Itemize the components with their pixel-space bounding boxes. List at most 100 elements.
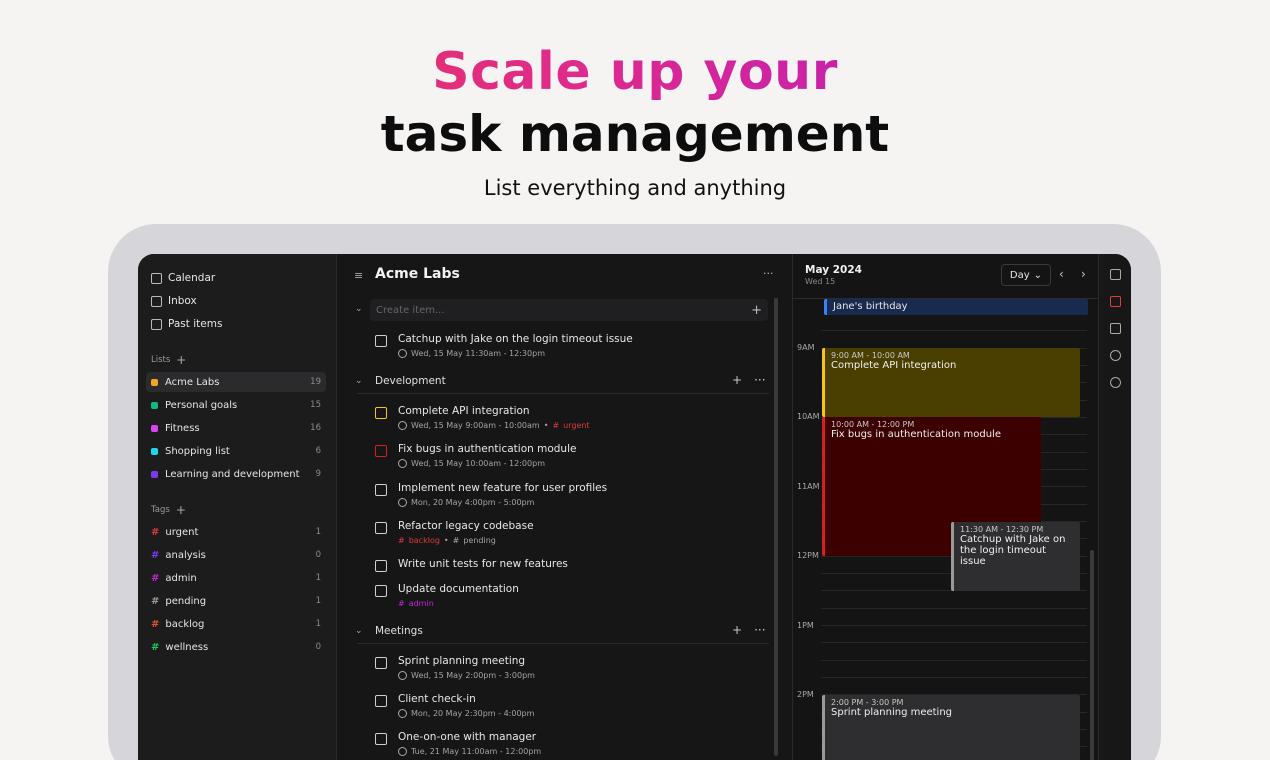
add-item-icon[interactable]: + <box>751 303 762 318</box>
more-options-icon[interactable]: ··· <box>754 373 765 387</box>
sidebar-item-learning[interactable]: Learning and development 9 <box>146 464 326 484</box>
search-icon[interactable] <box>1110 350 1121 361</box>
list-label: Acme Labs <box>165 376 220 388</box>
grid-line <box>821 590 1087 591</box>
grid-line <box>821 660 1087 661</box>
task-meta: Wed, 15 May 11:30am - 12:30pm <box>398 349 545 358</box>
right-toolbar <box>1098 254 1131 760</box>
task-title: Write unit tests for new features <box>398 558 568 570</box>
sidebar-tag-pending[interactable]: # pending 1 <box>146 591 326 611</box>
nav-past-items[interactable]: Past items <box>151 315 222 333</box>
task-checkbox[interactable] <box>375 733 387 745</box>
task-title: Implement new feature for user profiles <box>398 482 608 494</box>
tag-label: pending <box>165 595 207 607</box>
task-checkbox[interactable] <box>375 657 387 669</box>
chevron-down-icon[interactable]: ⌄ <box>355 304 363 314</box>
add-tag-icon[interactable]: + <box>176 503 186 517</box>
task-checkbox[interactable] <box>375 484 387 496</box>
sidebar-item-fitness[interactable]: Fitness 16 <box>146 418 326 438</box>
clock-icon <box>398 349 407 358</box>
task-checkbox[interactable] <box>375 407 387 419</box>
task-checkbox[interactable] <box>375 560 387 572</box>
task-title: Sprint planning meeting <box>398 655 526 667</box>
more-options-icon[interactable]: ··· <box>763 267 774 280</box>
sidebar-item-personal-goals[interactable]: Personal goals 15 <box>146 395 326 415</box>
view-select-value: Day <box>1009 269 1030 281</box>
task-checkbox[interactable] <box>375 522 387 534</box>
group-development[interactable]: Development <box>375 375 446 387</box>
grid-line <box>821 625 1087 626</box>
task-list-scrollbar[interactable] <box>774 298 778 756</box>
grid-line <box>821 521 1087 522</box>
group-meetings[interactable]: Meetings <box>375 625 423 637</box>
sidebar-item-shopping-list[interactable]: Shopping list 6 <box>146 441 326 461</box>
add-list-icon[interactable]: + <box>176 353 186 367</box>
task-checkbox[interactable] <box>375 335 387 347</box>
task-date: Wed, 15 May 11:30am - 12:30pm <box>411 349 545 358</box>
task-meta: Wed, 15 May 9:00am - 10:00am • # urgent <box>398 421 590 430</box>
grid-line <box>821 486 1087 487</box>
chevron-right-icon[interactable]: › <box>1081 267 1086 281</box>
sidebar-tag-backlog[interactable]: # backlog 1 <box>146 614 326 634</box>
hash-icon: # <box>151 618 160 630</box>
grid-line <box>821 452 1087 453</box>
more-options-icon[interactable]: ··· <box>754 623 765 637</box>
hash-icon: # <box>151 549 160 561</box>
sidebar-tag-urgent[interactable]: # urgent 1 <box>146 522 326 542</box>
card-icon[interactable] <box>1110 323 1121 334</box>
task-checkbox[interactable] <box>375 445 387 457</box>
collapse-sidebar-icon[interactable]: ≡ <box>354 269 363 282</box>
document-icon[interactable] <box>1110 269 1121 280</box>
hash-icon: # <box>398 536 405 545</box>
grid-line <box>821 573 1087 574</box>
task-checkbox[interactable] <box>375 585 387 597</box>
task-meta: Tue, 21 May 11:00am - 12:00pm <box>398 747 541 756</box>
task-title: Update documentation <box>398 583 519 595</box>
grid-line <box>821 729 1087 730</box>
gear-icon[interactable] <box>1110 377 1121 388</box>
hour-label: 1PM <box>797 621 814 630</box>
lists-heading-label: Lists <box>151 355 171 365</box>
chevron-down-icon[interactable]: ⌄ <box>355 376 363 386</box>
task-tag[interactable]: admin <box>409 599 434 608</box>
tag-count: 1 <box>315 527 321 537</box>
calendar-icon[interactable] <box>1110 296 1121 307</box>
chevron-down-icon[interactable]: ⌄ <box>355 626 363 636</box>
nav-inbox[interactable]: Inbox <box>151 292 197 310</box>
list-label: Learning and development <box>165 468 300 480</box>
list-count: 16 <box>310 423 321 433</box>
sidebar-item-acme-labs[interactable]: Acme Labs 19 <box>146 372 326 392</box>
nav-calendar[interactable]: Calendar <box>151 269 215 287</box>
view-select[interactable]: Day ⌄ <box>1001 264 1051 286</box>
task-tag[interactable]: pending <box>463 536 496 545</box>
add-task-icon[interactable]: + <box>732 373 742 387</box>
grid-line <box>821 538 1087 539</box>
allday-event[interactable]: Jane's birthday <box>824 299 1088 315</box>
clock-icon <box>398 498 407 507</box>
task-tag[interactable]: backlog <box>409 536 440 545</box>
grid-line <box>821 348 1087 349</box>
hero-headline-accent: Scale up your <box>0 40 1270 104</box>
task-date: Mon, 20 May 2:30pm - 4:00pm <box>411 709 535 718</box>
calendar-panel: May 2024 Wed 15 Day ⌄ ‹ › Jane's birthda… <box>793 254 1098 760</box>
create-item-input[interactable]: Create item... + <box>370 299 768 321</box>
sidebar-tag-wellness[interactable]: # wellness 0 <box>146 637 326 657</box>
chevron-left-icon[interactable]: ‹ <box>1059 267 1064 281</box>
hash-icon: # <box>452 536 460 545</box>
task-meta: Mon, 20 May 4:00pm - 5:00pm <box>398 498 534 507</box>
grid-line <box>821 677 1087 678</box>
nav-label: Past items <box>168 318 223 330</box>
task-checkbox[interactable] <box>375 695 387 707</box>
nav-label: Inbox <box>168 295 197 307</box>
task-tag[interactable]: urgent <box>563 421 589 430</box>
sidebar-tag-admin[interactable]: # admin 1 <box>146 568 326 588</box>
add-task-icon[interactable]: + <box>732 623 742 637</box>
sidebar-tag-analysis[interactable]: # analysis 0 <box>146 545 326 565</box>
list-label: Fitness <box>165 422 200 434</box>
list-count: 9 <box>315 469 321 479</box>
create-item-placeholder: Create item... <box>376 304 445 316</box>
list-color-dot <box>151 470 158 478</box>
task-date: Mon, 20 May 4:00pm - 5:00pm <box>411 498 535 507</box>
hour-label: 9AM <box>797 343 815 352</box>
tags-heading: Tags + <box>151 503 186 517</box>
